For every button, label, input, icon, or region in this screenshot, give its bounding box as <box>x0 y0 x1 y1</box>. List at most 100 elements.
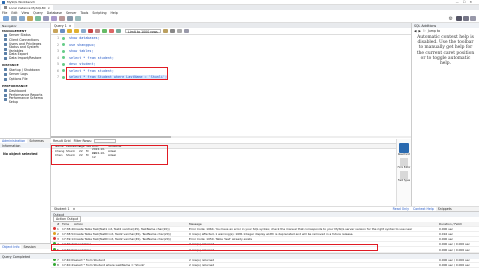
sidebar-item-label: Server Status <box>9 33 31 38</box>
output-cell: Create Table Test(Test1 int, Test2 varch… <box>74 226 170 231</box>
output-cell: 0.016 sec <box>439 231 454 236</box>
sidebar-bottom-tabs: Object Info Session <box>0 243 51 249</box>
close-icon[interactable]: × <box>69 24 72 28</box>
menu-edit[interactable]: Edit <box>11 11 17 15</box>
invisible-chars-icon[interactable] <box>176 29 182 33</box>
result-grid-label: Result Grid <box>397 153 411 156</box>
statement-marker <box>62 69 65 73</box>
output-cell: 17:38:54 <box>62 231 74 236</box>
result-grid-icon[interactable] <box>399 143 409 153</box>
create-view-icon[interactable] <box>43 16 49 21</box>
home-icon[interactable] <box>4 6 7 9</box>
layout-toggle-icon[interactable] <box>470 16 476 21</box>
reports-icon <box>4 93 7 97</box>
stop-icon[interactable] <box>88 29 93 33</box>
scrollbar-thumb[interactable] <box>51 136 171 138</box>
autocommit-icon[interactable] <box>116 29 121 33</box>
rollback-icon[interactable] <box>109 29 114 33</box>
execute-icon[interactable] <box>67 29 72 33</box>
column-header: Time <box>62 221 70 226</box>
window-controls[interactable]: —☐✕ <box>456 0 476 4</box>
statement-marker <box>62 75 65 79</box>
menu-view[interactable]: View <box>22 11 30 15</box>
beautify-icon[interactable] <box>162 29 168 33</box>
layout-toggle-icon[interactable] <box>463 16 469 21</box>
statement-marker <box>62 43 65 47</box>
output-cell: 17:38:40 <box>62 226 74 231</box>
search-table-icon[interactable] <box>67 16 73 21</box>
no-object-text: No object selected <box>3 152 38 156</box>
create-function-icon[interactable] <box>59 16 65 21</box>
statement-marker <box>62 49 65 53</box>
tab-session[interactable]: Session <box>21 245 37 249</box>
save-icon[interactable] <box>60 29 65 33</box>
execute-current-icon[interactable] <box>74 29 79 33</box>
result-side-panel: Result Grid Form Editor Field Types <box>396 139 411 206</box>
output-row[interactable]: 8 17:40:43 select * from Student where Las… <box>51 263 479 268</box>
editor-toolbar: Limit to 1000 rows <box>51 28 411 35</box>
output-cell: select * from Student where LastName = '… <box>74 263 145 268</box>
sql-editor[interactable]: 1 show databases; 2 use shangguo; 3 show ta… <box>51 35 411 138</box>
layout-toggle-icon[interactable] <box>456 16 462 21</box>
menu-help[interactable]: Help <box>111 11 118 15</box>
field-types-icon[interactable] <box>400 171 408 179</box>
filter-rows-input[interactable] <box>93 139 116 143</box>
connections-icon <box>4 38 7 42</box>
explain-icon[interactable] <box>81 29 86 33</box>
create-table-icon[interactable] <box>35 16 41 21</box>
auto-help-icon[interactable]: ⚐ <box>423 29 426 33</box>
sql-additions-label: SQL Additions <box>414 23 437 28</box>
close-icon[interactable]: × <box>48 6 51 10</box>
tab-object-info[interactable]: Object Info <box>0 244 22 249</box>
output-cell: 2 row(s) returned <box>189 263 215 268</box>
sidebar-item-options-file[interactable]: Options File <box>0 77 50 82</box>
open-file-icon[interactable] <box>53 29 58 33</box>
highlight-box-result <box>51 145 168 165</box>
limit-select[interactable]: Limit to 1000 rows <box>125 29 161 34</box>
window-title: MySQL Workbench <box>7 0 36 4</box>
inspector-icon[interactable] <box>19 16 25 21</box>
output-cell: 17:39:14 <box>62 237 74 242</box>
menu-scripting[interactable]: Scripting <box>92 11 106 15</box>
open-sql-icon[interactable] <box>11 16 17 21</box>
editor-scrollbar[interactable] <box>51 136 411 138</box>
new-sql-tab-icon[interactable] <box>3 16 9 21</box>
commit-icon[interactable] <box>102 29 107 33</box>
filter-rows-label: Filter Rows: <box>73 139 92 143</box>
menu-tools[interactable]: Tools <box>80 11 88 15</box>
context-help-text: Automatic context help is disabled. Use … <box>416 35 475 67</box>
menu-file[interactable]: File <box>2 11 7 15</box>
server-status-icon <box>4 33 7 37</box>
wrench-icon <box>4 77 7 81</box>
output-cell: Create Table Test(TestID int, Test2 varc… <box>74 237 171 242</box>
sidebar-item-performance-schema[interactable]: Performance Schema Setup <box>0 95 50 104</box>
query-tab-label: Query 1 <box>54 23 67 28</box>
code-text: show databases; <box>69 36 100 41</box>
back-icon[interactable]: ◀ <box>414 29 416 33</box>
toggle-error-icon[interactable] <box>95 29 100 33</box>
find-icon[interactable] <box>169 29 175 33</box>
gear-icon[interactable]: ⚙ <box>449 16 453 22</box>
sidebar-item-label: Dashboard <box>9 88 27 93</box>
sidebar-item-data-import[interactable]: Data Import/Restore <box>0 56 50 61</box>
create-schema-icon[interactable] <box>27 16 33 21</box>
output-cell: 0.000 sec <box>439 237 454 242</box>
menu-server[interactable]: Server <box>66 11 76 15</box>
reconnect-icon[interactable] <box>75 16 81 21</box>
output-cell: 0.000 sec <box>439 226 454 231</box>
wrap-icon[interactable] <box>183 29 189 33</box>
menu-query[interactable]: Query <box>33 11 43 15</box>
create-procedure-icon[interactable] <box>51 16 57 21</box>
form-editor-icon[interactable] <box>400 158 408 166</box>
sidebar-item-label: Data Import/Restore <box>9 56 42 61</box>
sidebar-item-label: Performance Schema Setup <box>8 95 43 104</box>
forward-icon[interactable]: ▶ <box>418 29 420 33</box>
sql-additions-panel: SQL Additions ◀ ▶ ⚐ Jump to Automatic co… <box>411 23 479 211</box>
menu-database[interactable]: Database <box>47 11 62 15</box>
statement-marker <box>62 36 65 40</box>
code-text: show tables; <box>69 49 94 54</box>
jump-to-label[interactable]: Jump to <box>428 29 440 33</box>
field-types-label: Field Types <box>398 179 410 182</box>
highlight-box-query <box>66 67 168 80</box>
information-label: Information <box>2 143 21 148</box>
